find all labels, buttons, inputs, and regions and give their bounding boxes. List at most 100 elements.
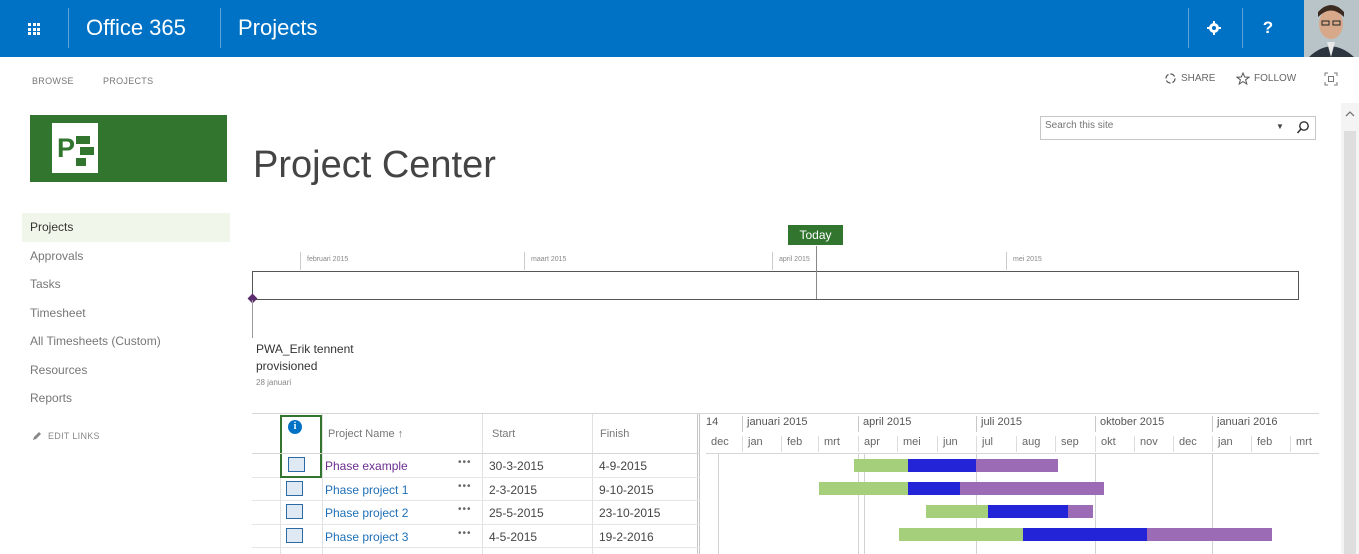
site-logo[interactable]: P <box>30 115 227 182</box>
gantt-quarter-label: januari 2016 <box>1212 416 1278 432</box>
project-name-link[interactable]: Phase project 2 <box>325 506 408 520</box>
gantt-bar-phase2[interactable] <box>1023 528 1147 541</box>
settings-button[interactable] <box>1194 8 1234 48</box>
tab-browse[interactable]: BROWSE <box>32 76 74 86</box>
row-indicator-cell[interactable] <box>280 525 322 549</box>
svg-text:P: P <box>57 133 75 163</box>
table-row[interactable]: Phase example ••• 30-3-2015 4-9-2015 <box>252 454 700 478</box>
pencil-icon <box>33 432 41 440</box>
timeline-month-label: mei 2015 <box>1006 252 1042 270</box>
column-header-start[interactable]: Start <box>492 428 515 440</box>
gantt-bar-phase3[interactable] <box>1068 505 1093 518</box>
search-input[interactable] <box>1045 120 1265 131</box>
project-name-link[interactable]: Phase project 1 <box>325 483 408 497</box>
follow-button[interactable]: FOLLOW <box>1236 72 1296 85</box>
scrollbar-thumb[interactable] <box>1344 131 1356 554</box>
project-grid-table: i Project Name ↑ Start Finish Phase exam… <box>252 414 700 554</box>
search-scope-dropdown-icon[interactable]: ▼ <box>1276 122 1284 131</box>
project-grid: i Project Name ↑ Start Finish Phase exam… <box>252 413 1319 554</box>
gantt-bar-phase1[interactable] <box>854 459 908 472</box>
page-title: Project Center <box>253 144 496 186</box>
gantt-month-label: jun <box>937 436 958 452</box>
gantt-bar-phase2[interactable] <box>908 482 960 495</box>
gantt-quarter-label: april 2015 <box>858 416 911 432</box>
ribbon: BROWSE PROJECTS SHARE FOLLOW <box>0 57 1359 103</box>
row-start-date: 30-3-2015 <box>489 459 544 473</box>
gantt-month-label: nov <box>1134 436 1158 452</box>
nav-item-reports[interactable]: Reports <box>22 384 230 413</box>
gantt-month-label: okt <box>1095 436 1116 452</box>
info-icon[interactable]: i <box>288 420 302 434</box>
nav-item-approvals[interactable]: Approvals <box>22 242 230 271</box>
timeline-scale: februari 2015 maart 2015 april 2015 mei … <box>252 252 1300 272</box>
milestone-connector <box>252 300 253 338</box>
gantt-quarter-label: juli 2015 <box>976 416 1022 432</box>
help-button[interactable]: ? <box>1248 8 1288 48</box>
project-name-link[interactable]: Phase example <box>325 459 408 473</box>
row-menu-ellipsis[interactable]: ••• <box>458 457 472 468</box>
focus-content-button[interactable] <box>1324 72 1338 86</box>
timeline-month-label: maart 2015 <box>524 252 566 270</box>
site-search-box[interactable]: ▼ <box>1040 116 1316 140</box>
gantt-quarter-label: januari 2015 <box>742 416 808 432</box>
row-indicator-cell[interactable] <box>280 454 322 478</box>
site-name-link[interactable]: Projects <box>238 15 317 41</box>
gantt-bar-phase1[interactable] <box>899 528 1023 541</box>
timeline-bar[interactable] <box>252 271 1299 300</box>
suite-divider <box>68 8 69 48</box>
gantt-bar-phase3[interactable] <box>960 482 1104 495</box>
grid-header-indicator-cell[interactable] <box>280 415 322 453</box>
nav-item-tasks[interactable]: Tasks <box>22 270 230 299</box>
nav-item-timesheet[interactable]: Timesheet <box>22 299 230 328</box>
row-finish-date: 4-9-2015 <box>599 459 648 473</box>
gantt-bar-phase2[interactable] <box>988 505 1068 518</box>
follow-label: FOLLOW <box>1254 73 1297 84</box>
office365-brand[interactable]: Office 365 <box>86 15 186 41</box>
app-launcher-button[interactable] <box>14 9 54 49</box>
nav-item-projects[interactable]: Projects <box>22 213 230 242</box>
nav-item-resources[interactable]: Resources <box>22 356 230 385</box>
gantt-chart[interactable]: 14 januari 2015 april 2015 juli 2015 okt… <box>706 414 1319 554</box>
tab-projects[interactable]: PROJECTS <box>103 76 153 86</box>
column-header-project-name[interactable]: Project Name ↑ <box>328 428 403 440</box>
edit-links-button[interactable]: EDIT LINKS <box>32 431 100 441</box>
suite-divider <box>1242 8 1243 48</box>
scroll-up-icon[interactable] <box>1344 109 1356 119</box>
table-row[interactable]: Phase project 3 ••• 4-5-2015 19-2-2016 <box>252 525 700 549</box>
row-indicator-cell[interactable] <box>280 501 322 525</box>
gantt-quarter-label: 14 <box>706 416 719 428</box>
row-indicator-cell[interactable] <box>280 478 322 502</box>
table-row[interactable]: Phase project 2 ••• 25-5-2015 23-10-2015 <box>252 501 700 525</box>
gantt-month-label: feb <box>1251 436 1272 452</box>
gantt-quarter-header: 14 januari 2015 april 2015 juli 2015 okt… <box>706 414 1319 432</box>
search-icon[interactable] <box>1296 120 1310 136</box>
gantt-bar-phase3[interactable] <box>1147 528 1272 541</box>
share-button[interactable]: SHARE <box>1164 72 1215 85</box>
gantt-month-header: dec jan feb mrt apr mei jun jul aug sep … <box>706 432 1319 454</box>
gantt-gridline <box>718 454 719 554</box>
project-name-link[interactable]: Phase project 3 <box>325 530 408 544</box>
nav-item-all-timesheets[interactable]: All Timesheets (Custom) <box>22 327 230 356</box>
row-start-date: 4-5-2015 <box>489 529 538 544</box>
waffle-icon <box>28 23 40 35</box>
table-row[interactable]: Phase project 1 ••• 2-3-2015 9-10-2015 <box>252 478 700 502</box>
row-menu-ellipsis[interactable]: ••• <box>458 528 472 539</box>
gantt-month-label: feb <box>781 436 802 452</box>
milestone-title: PWA_Erik tennent provisioned <box>256 342 354 373</box>
grid-header: i Project Name ↑ Start Finish <box>252 414 700 454</box>
project-file-icon <box>286 504 303 519</box>
suite-divider <box>1188 8 1189 48</box>
timeline-month-label: april 2015 <box>772 252 810 270</box>
gantt-bar-phase1[interactable] <box>926 505 988 518</box>
row-menu-ellipsis[interactable]: ••• <box>458 504 472 515</box>
today-marker: Today <box>788 225 843 245</box>
timeline-month-label: februari 2015 <box>300 252 348 270</box>
page-scrollbar[interactable] <box>1341 103 1359 554</box>
gantt-bar-phase3[interactable] <box>976 459 1058 472</box>
user-avatar[interactable] <box>1304 0 1359 57</box>
column-header-finish[interactable]: Finish <box>600 428 629 440</box>
row-menu-ellipsis[interactable]: ••• <box>458 481 472 492</box>
gantt-bar-phase2[interactable] <box>908 459 976 472</box>
share-icon <box>1165 73 1176 84</box>
gantt-bar-phase1[interactable] <box>819 482 908 495</box>
